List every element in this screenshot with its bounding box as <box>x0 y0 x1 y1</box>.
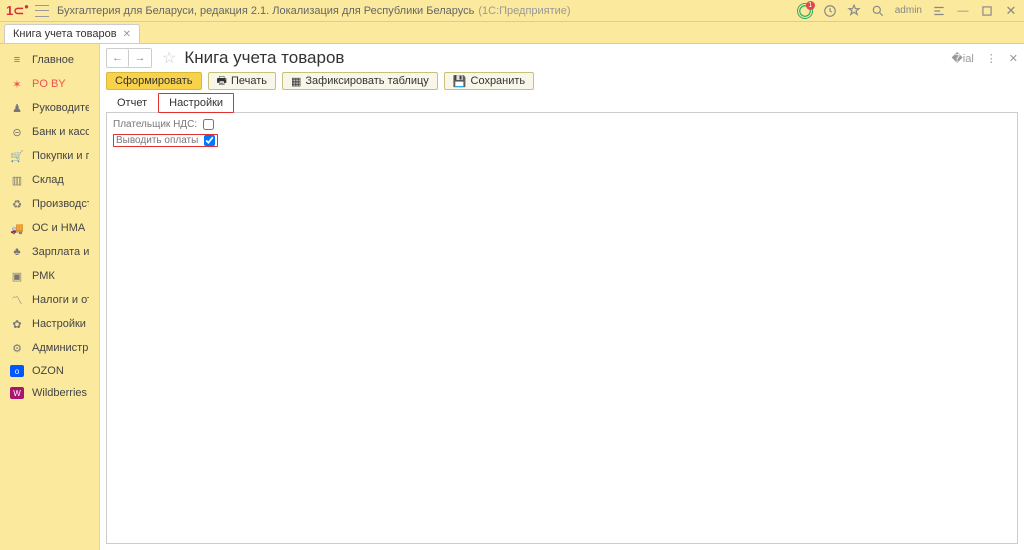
show-payments-label: Выводить оплаты <box>116 135 198 146</box>
app-suffix: (1С:Предприятие) <box>478 5 570 17</box>
print-icon: 🖶 <box>217 72 227 91</box>
show-payments-row: Выводить оплаты <box>113 134 218 147</box>
sidebar-item-admin[interactable]: ⚙Администрирование <box>0 336 99 360</box>
sidebar-item-poby[interactable]: ✶PO BY <box>0 72 99 96</box>
sidebar-item-taxes[interactable]: 〽Налоги и отчетность <box>0 288 99 312</box>
gear-icon: ✿ <box>10 317 24 331</box>
favorite-toggle[interactable]: ☆ <box>162 48 176 68</box>
tab-book[interactable]: Книга учета товаров ✕ <box>4 24 140 43</box>
settings-panel: Плательщик НДС: Выводить оплаты <box>106 113 1018 544</box>
notification-icon[interactable]: 1 <box>797 3 813 19</box>
sidebar-item-assets[interactable]: 🚚ОС и НМА <box>0 216 99 240</box>
rmk-icon: ▣ <box>10 269 24 283</box>
sidebar-item-bank[interactable]: ⊝Банк и касса <box>0 120 99 144</box>
wb-icon: W <box>10 387 24 399</box>
search-icon[interactable] <box>871 4 885 18</box>
favorite-icon[interactable] <box>847 4 861 18</box>
main-area: ← → ☆ Книга учета товаров �ial ⋮ ✕ Сформ… <box>100 44 1024 550</box>
show-payments-checkbox[interactable] <box>204 135 215 146</box>
fix-table-button[interactable]: ▦Зафиксировать таблицу <box>282 72 438 90</box>
maximize-icon[interactable] <box>980 4 994 18</box>
vat-payer-label: Плательщик НДС: <box>113 119 197 130</box>
minimize-icon[interactable]: — <box>956 4 970 18</box>
sidebar: ≡Главное ✶PO BY ♟Руководителю ⊝Банк и ка… <box>0 44 100 550</box>
options-icon[interactable] <box>932 4 946 18</box>
user-label[interactable]: admin <box>895 5 922 16</box>
page-header: ← → ☆ Книга учета товаров �ial ⋮ ✕ <box>106 48 1018 68</box>
star-icon: ✶ <box>10 77 24 91</box>
grid-icon: ▦ <box>291 75 301 88</box>
factory-icon: ♻ <box>10 197 24 211</box>
print-button[interactable]: 🖶Печать <box>208 72 276 90</box>
more-icon[interactable]: ⋮ <box>986 52 997 65</box>
app-logo: 1⊂● <box>6 3 29 19</box>
piggy-icon: ⊝ <box>10 125 24 139</box>
app-titlebar: 1⊂● Бухгалтерия для Беларуси, редакция 2… <box>0 0 1024 22</box>
sidebar-item-rmk[interactable]: ▣РМК <box>0 264 99 288</box>
truck-icon: 🚚 <box>10 221 24 235</box>
link-icon[interactable]: �ial <box>951 52 973 65</box>
home-icon: ≡ <box>10 53 24 67</box>
sidebar-item-main[interactable]: ≡Главное <box>0 48 99 72</box>
back-button[interactable]: ← <box>107 49 129 67</box>
tab-close-icon[interactable]: ✕ <box>123 29 131 40</box>
person-icon: ♟ <box>10 101 24 115</box>
sidebar-item-warehouse[interactable]: ▥Склад <box>0 168 99 192</box>
sidebar-item-production[interactable]: ♻Производство <box>0 192 99 216</box>
notification-badge: 1 <box>806 1 815 10</box>
app-title: Бухгалтерия для Беларуси, редакция 2.1. … <box>57 5 474 17</box>
save-button[interactable]: 💾Сохранить <box>444 72 534 90</box>
history-icon[interactable] <box>823 4 837 18</box>
cog-icon: ⚙ <box>10 341 24 355</box>
sidebar-item-hr[interactable]: ♣Зарплата и кадры <box>0 240 99 264</box>
box-icon: ▥ <box>10 173 24 187</box>
sidebar-item-wb[interactable]: WWildberries <box>0 382 99 404</box>
people-icon: ♣ <box>10 245 24 259</box>
subtab-bar: Отчет Настройки <box>106 92 1018 113</box>
chart-icon: 〽 <box>10 293 24 307</box>
sidebar-item-manager[interactable]: ♟Руководителю <box>0 96 99 120</box>
page-title: Книга учета товаров <box>184 48 344 68</box>
tab-label: Книга учета товаров <box>13 28 117 40</box>
cart-icon: 🛒 <box>10 149 24 163</box>
vat-payer-checkbox[interactable] <box>203 119 214 130</box>
ozon-icon: o <box>10 365 24 377</box>
sidebar-item-ozon[interactable]: oOZON <box>0 360 99 382</box>
tab-strip: Книга учета товаров ✕ <box>0 22 1024 44</box>
generate-button[interactable]: Сформировать <box>106 72 202 90</box>
sidebar-item-sales[interactable]: 🛒Покупки и продажи <box>0 144 99 168</box>
close-page-icon[interactable]: ✕ <box>1009 52 1018 65</box>
menu-icon[interactable] <box>35 5 49 17</box>
subtab-report[interactable]: Отчет <box>106 93 158 113</box>
subtab-settings[interactable]: Настройки <box>158 93 234 113</box>
vat-payer-row: Плательщик НДС: <box>113 119 1011 130</box>
sidebar-item-settings[interactable]: ✿Настройки учета <box>0 312 99 336</box>
save-icon: 💾 <box>453 75 467 88</box>
forward-button[interactable]: → <box>129 49 151 67</box>
close-icon[interactable]: ✕ <box>1004 4 1018 18</box>
toolbar: Сформировать 🖶Печать ▦Зафиксировать табл… <box>106 72 1018 90</box>
